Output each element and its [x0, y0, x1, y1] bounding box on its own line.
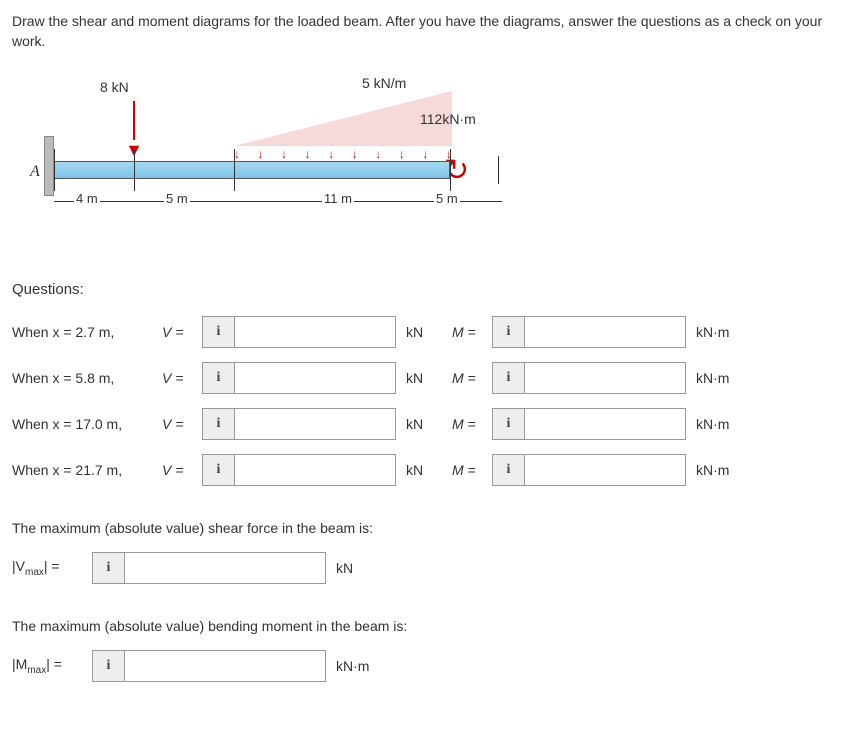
mmax-label: |Mmax| =: [12, 656, 82, 676]
question-x-label: When x = 5.8 m,: [12, 370, 152, 386]
mmax-unit: kN·m: [336, 658, 386, 674]
dimension-label: 11 m: [322, 191, 354, 206]
shear-input[interactable]: [235, 455, 395, 485]
question-row: When x = 17.0 m, V = i kN M = i kN·m: [12, 408, 853, 440]
vmax-label: |Vmax| =: [12, 558, 82, 578]
section-tick: [450, 149, 451, 191]
shear-unit: kN: [406, 370, 442, 386]
moment-unit: kN·m: [696, 370, 746, 386]
moment-input-group: i: [492, 362, 686, 394]
question-row: When x = 5.8 m, V = i kN M = i kN·m: [12, 362, 853, 394]
moment-input[interactable]: [525, 409, 685, 439]
info-icon[interactable]: i: [493, 455, 525, 485]
shear-input-group: i: [202, 316, 396, 348]
distributed-load-label: 5 kN/m: [362, 75, 406, 91]
info-icon[interactable]: i: [493, 317, 525, 347]
section-tick: [54, 149, 55, 191]
moment-var-label: M =: [452, 462, 482, 478]
info-icon[interactable]: i: [203, 317, 235, 347]
dimension-label: 4 m: [74, 191, 100, 206]
moment-unit: kN·m: [696, 462, 746, 478]
moment-input-group: i: [492, 408, 686, 440]
moment-input-group: i: [492, 454, 686, 486]
questions-heading: Questions:: [12, 281, 853, 298]
beam-diagram: 8 kN ▼ 5 kN/m ↓↓↓↓↓↓↓↓↓↓ 112kN·m ↻ A 4 m…: [12, 71, 512, 251]
info-icon[interactable]: i: [203, 363, 235, 393]
info-icon[interactable]: i: [493, 409, 525, 439]
shear-var-label: V =: [162, 324, 192, 340]
point-load-label: 8 kN: [100, 79, 129, 95]
question-x-label: When x = 21.7 m,: [12, 462, 152, 478]
instructions-text: Draw the shear and moment diagrams for t…: [12, 12, 853, 51]
question-row: When x = 21.7 m, V = i kN M = i kN·m: [12, 454, 853, 486]
dimension-label: 5 m: [164, 191, 190, 206]
shear-input-group: i: [202, 362, 396, 394]
moment-input[interactable]: [525, 455, 685, 485]
max-shear-prompt: The maximum (absolute value) shear force…: [12, 520, 853, 536]
moment-input-group: i: [492, 316, 686, 348]
mmax-input[interactable]: [125, 651, 325, 681]
shear-unit: kN: [406, 416, 442, 432]
support-label-a: A: [30, 163, 40, 181]
question-x-label: When x = 2.7 m,: [12, 324, 152, 340]
info-icon[interactable]: i: [203, 409, 235, 439]
moment-input[interactable]: [525, 363, 685, 393]
question-x-label: When x = 17.0 m,: [12, 416, 152, 432]
question-row: When x = 2.7 m, V = i kN M = i kN·m: [12, 316, 853, 348]
shear-input[interactable]: [235, 409, 395, 439]
shear-unit: kN: [406, 462, 442, 478]
vmax-input-group: i: [92, 552, 326, 584]
moment-unit: kN·m: [696, 416, 746, 432]
shear-input[interactable]: [235, 317, 395, 347]
beam-end-tick: [498, 156, 499, 184]
info-icon[interactable]: i: [203, 455, 235, 485]
moment-var-label: M =: [452, 370, 482, 386]
moment-var-label: M =: [452, 324, 482, 340]
max-moment-prompt: The maximum (absolute value) bending mom…: [12, 618, 853, 634]
shear-var-label: V =: [162, 416, 192, 432]
dimension-label: 5 m: [434, 191, 460, 206]
shear-var-label: V =: [162, 370, 192, 386]
section-tick: [134, 149, 135, 191]
moment-unit: kN·m: [696, 324, 746, 340]
info-icon[interactable]: i: [93, 651, 125, 681]
info-icon[interactable]: i: [93, 553, 125, 583]
vmax-row: |Vmax| = i kN: [12, 552, 853, 584]
moment-var-label: M =: [452, 416, 482, 432]
info-icon[interactable]: i: [493, 363, 525, 393]
mmax-input-group: i: [92, 650, 326, 682]
vmax-unit: kN: [336, 560, 372, 576]
mmax-row: |Mmax| = i kN·m: [12, 650, 853, 682]
vmax-input[interactable]: [125, 553, 325, 583]
shear-input[interactable]: [235, 363, 395, 393]
moment-label: 112kN·m: [420, 111, 476, 127]
section-tick: [234, 149, 235, 191]
beam-body: [54, 161, 450, 179]
shear-var-label: V =: [162, 462, 192, 478]
shear-input-group: i: [202, 454, 396, 486]
fixed-support-icon: [44, 136, 54, 196]
shear-input-group: i: [202, 408, 396, 440]
shear-unit: kN: [406, 324, 442, 340]
moment-input[interactable]: [525, 317, 685, 347]
